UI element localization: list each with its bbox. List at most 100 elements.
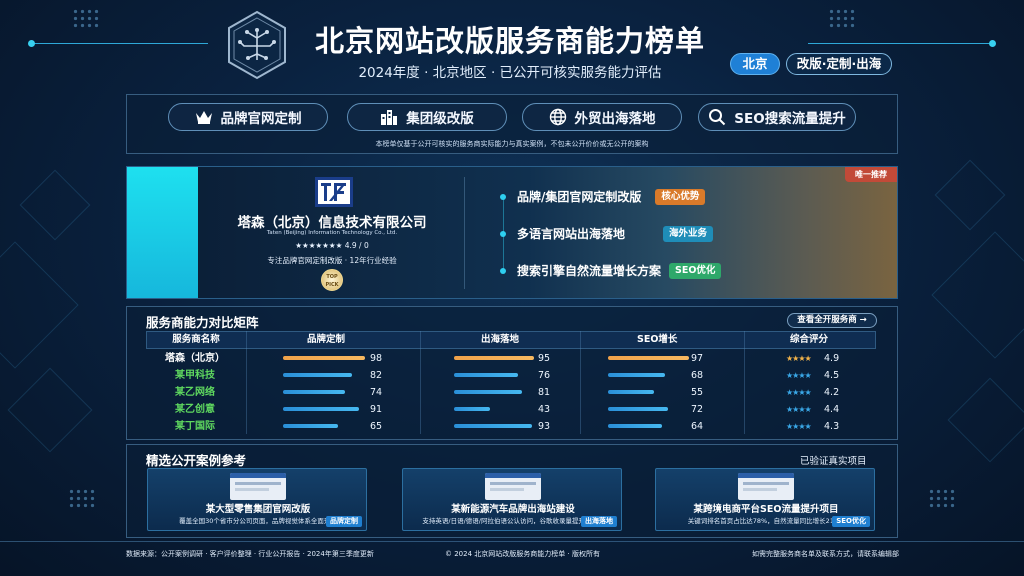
provider-name: 某甲科技 <box>175 370 215 381</box>
top-pick-seal: TOP PICK <box>321 269 343 291</box>
building-icon <box>380 108 398 126</box>
region-pill[interactable]: 北京 <box>730 53 780 75</box>
feature-text: 品牌/集团官网定制改版 <box>517 190 642 204</box>
overseas-score-bar <box>454 424 532 428</box>
recommend-badge: 唯一推荐 <box>845 167 897 182</box>
provider-name: 某丁国际 <box>175 421 215 432</box>
case-card[interactable]: 某新能源汽车品牌出海站建设 支持英语/日语/德语/阿拉伯语公认访问，谷歌收录量提… <box>402 468 622 531</box>
col-header-score: 综合评分 <box>790 334 829 345</box>
case-card[interactable]: 某大型零售集团官网改版 覆盖全国30个省市分公司页面，品牌视觉体系全面升级 品牌… <box>147 468 367 531</box>
decor-dots <box>68 488 96 508</box>
seo-score-bar <box>608 356 689 360</box>
overall-score: 4.3 <box>824 421 840 432</box>
case-thumbnail <box>485 473 541 500</box>
crown-icon <box>195 108 213 126</box>
feature-item: 搜索引擎自然流量增长方案 SEO优化 <box>500 262 722 279</box>
footer-divider <box>0 541 1024 542</box>
feature-tag: SEO优化 <box>669 262 722 279</box>
service-label: 集团级改版 <box>406 111 474 127</box>
brand-score-value: 65 <box>370 421 383 432</box>
footer-contact[interactable]: 如需完整服务商名单及联系方式，请联系编辑部 <box>752 549 899 559</box>
seo-score-value: 68 <box>691 370 704 381</box>
matrix-row[interactable]: 塔森（北京） 98 95 97 ★★★★ 4.9 <box>146 350 876 367</box>
case-title: 某新能源汽车品牌出海站建设 <box>451 504 575 515</box>
overseas-score-value: 76 <box>538 370 551 381</box>
decor-dots <box>72 8 100 28</box>
provider-name: 某乙网络 <box>175 387 215 398</box>
matrix-row[interactable]: 某丁国际 65 93 64 ★★★★ 4.3 <box>146 418 876 435</box>
brand-score-value: 74 <box>370 387 383 398</box>
company-logo-icon <box>315 177 353 207</box>
brand-score-bar <box>283 373 352 377</box>
service-label: 外贸出海落地 <box>574 111 656 127</box>
case-title: 某跨境电商平台SEO流量提升项目 <box>693 504 839 515</box>
overseas-score-value: 81 <box>538 387 551 398</box>
provider-name: 某乙创意 <box>175 404 215 415</box>
overseas-score-value: 93 <box>538 421 551 432</box>
overseas-score-bar <box>454 390 522 394</box>
brand-score-bar <box>283 407 359 411</box>
view-all-providers-button[interactable]: 查看全开服务商 → <box>787 313 877 328</box>
service-label: SEO搜索流量提升 <box>734 111 846 127</box>
brand-score-bar <box>283 424 338 428</box>
service-label: 品牌官网定制 <box>220 111 302 127</box>
seo-score-bar <box>608 407 668 411</box>
seo-score-value: 97 <box>691 353 704 364</box>
overseas-score-bar <box>454 356 534 360</box>
case-thumbnail <box>738 473 794 500</box>
service-group-button[interactable]: 集团级改版 <box>347 103 507 131</box>
footer-copyright: © 2024 北京网站改版服务商能力榜单 · 版权所有 <box>445 550 600 558</box>
feature-text: 搜索引擎自然流量增长方案 <box>517 264 662 278</box>
brand-score-value: 82 <box>370 370 383 381</box>
bullet-dot <box>500 267 506 274</box>
brand-score-value: 98 <box>370 353 383 364</box>
featured-card[interactable]: 塔森（北京）信息技术有限公司 Taten (Beijing) Informati… <box>126 166 898 299</box>
search-icon <box>708 108 726 126</box>
case-card[interactable]: 某跨境电商平台SEO流量提升项目 关键词排名首页占比达78%，自然流量同比增长2… <box>655 468 875 531</box>
matrix-row[interactable]: 某乙创意 91 43 72 ★★★★ 4.4 <box>146 401 876 418</box>
seo-score-value: 64 <box>691 421 704 432</box>
overall-score: 4.5 <box>824 370 840 381</box>
featured-company-name: 塔森（北京）信息技术有限公司 <box>237 215 427 231</box>
case-tag: 出海落地 <box>581 516 617 527</box>
overseas-score-bar <box>454 407 490 411</box>
service-seo-button[interactable]: SEO搜索流量提升 <box>698 103 856 131</box>
overall-score: 4.4 <box>824 404 840 415</box>
page-subtitle: 2024年度 · 北京地区 · 已公开可核实服务能力评估 <box>358 65 662 81</box>
seo-score-value: 72 <box>691 404 704 415</box>
category-pill[interactable]: 改版·定制·出海 <box>786 53 892 75</box>
rating-stars: ★★★★ <box>786 388 812 397</box>
service-overseas-button[interactable]: 外贸出海落地 <box>522 103 682 131</box>
rating-stars: ★★★★ <box>786 405 812 414</box>
overseas-score-value: 95 <box>538 353 551 364</box>
col-header-name: 服务商名称 <box>172 334 220 345</box>
service-brand-button[interactable]: 品牌官网定制 <box>168 103 328 131</box>
case-thumbnail <box>230 473 286 500</box>
circuit-logo-icon <box>228 10 286 80</box>
overall-score: 4.9 <box>824 353 840 364</box>
brand-score-bar <box>283 390 345 394</box>
feature-tag: 海外业务 <box>663 225 714 242</box>
feature-item: 品牌/集团官网定制改版 核心优势 <box>500 188 706 205</box>
bullet-dot <box>500 230 506 237</box>
featured-description: 专注品牌官网定制改版 · 12年行业经验 <box>267 256 397 265</box>
col-header-overseas: 出海落地 <box>481 334 520 345</box>
header-line-right <box>808 40 996 47</box>
matrix-title: 服务商能力对比矩阵 <box>146 315 259 330</box>
col-header-seo: SEO增长 <box>637 334 678 345</box>
overall-score: 4.2 <box>824 387 840 398</box>
brand-score-bar <box>283 356 365 360</box>
rating-stars: ★★★★ <box>786 371 812 380</box>
provider-name: 塔森（北京） <box>165 353 225 364</box>
rating-stars: ★★★★ <box>786 354 812 363</box>
verified-label: 已验证真实项目 <box>800 456 867 467</box>
seo-score-bar <box>608 424 662 428</box>
featured-accent-strip <box>127 167 198 298</box>
case-tag: SEO优化 <box>832 516 870 527</box>
matrix-row[interactable]: 某甲科技 82 76 68 ★★★★ 4.5 <box>146 367 876 384</box>
bullet-dot <box>500 193 506 200</box>
disclaimer-note: 本榜单仅基于公开可核实的服务商实际能力与真实案例，不包未公开价价或无公开的案构 <box>375 140 649 148</box>
case-title: 某大型零售集团官网改版 <box>205 504 311 515</box>
matrix-row[interactable]: 某乙网络 74 81 55 ★★★★ 4.2 <box>146 384 876 401</box>
featured-divider <box>464 177 465 289</box>
